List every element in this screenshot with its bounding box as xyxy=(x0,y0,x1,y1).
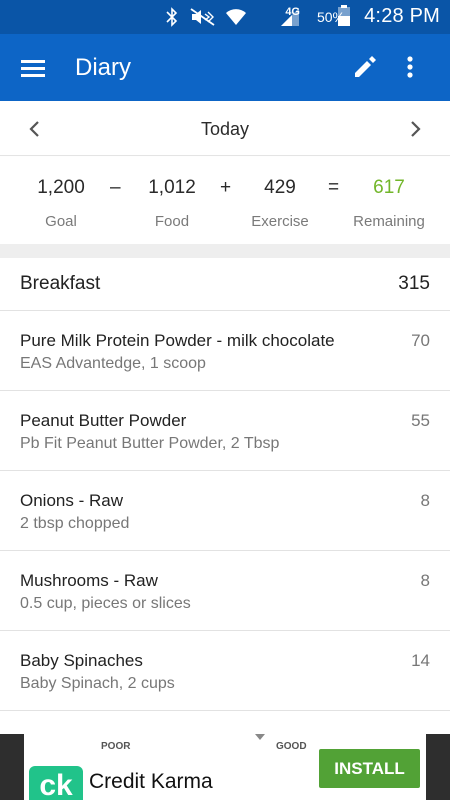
bluetooth-icon xyxy=(166,7,178,27)
food-entry[interactable]: Peanut Butter Powder Pb Fit Peanut Butte… xyxy=(0,391,450,471)
food-name: Peanut Butter Powder xyxy=(20,411,187,430)
food-description: Pb Fit Peanut Butter Powder, 2 Tbsp xyxy=(20,435,280,452)
plus-operator: + xyxy=(220,177,232,198)
calorie-summary: 1,200 Goal – 1,012 Food + 429 Exercise =… xyxy=(0,157,450,244)
ad-score-marker-icon xyxy=(255,734,265,740)
remaining-value: 617 xyxy=(373,177,405,198)
mute-icon xyxy=(190,8,215,26)
wifi-icon xyxy=(226,9,246,25)
credit-karma-logo: ck xyxy=(29,766,83,800)
exercise-value: 429 xyxy=(264,177,296,198)
ad-good-label: GOOD xyxy=(276,741,307,752)
food-name: Onions - Raw xyxy=(20,491,123,510)
signal-icon xyxy=(281,8,299,26)
food-calories: 55 xyxy=(411,411,430,430)
food-name: Baby Spinaches xyxy=(20,651,143,670)
meal-calories: 315 xyxy=(398,273,430,294)
ad-banner: POOR GOOD ck Credit Karma INSTALL xyxy=(0,734,450,800)
next-day-chevron-icon[interactable] xyxy=(404,115,428,143)
exercise-column: 429 Exercise xyxy=(240,177,320,230)
goal-column: 1,200 Goal xyxy=(22,177,100,230)
ad-app-name: Credit Karma xyxy=(89,770,213,793)
date-navigator: Today xyxy=(0,101,450,156)
meal-header-breakfast[interactable]: Breakfast 315 xyxy=(0,258,450,311)
food-value: 1,012 xyxy=(148,177,196,198)
status-bar: 4G 50% 4:28 PM xyxy=(0,0,450,34)
page-title: Diary xyxy=(75,54,132,81)
food-entry[interactable]: Baby Spinaches Baby Spinach, 2 cups 14 xyxy=(0,631,450,711)
food-calories: 70 xyxy=(411,331,430,350)
remaining-column: 617 Remaining xyxy=(346,177,432,230)
food-entry[interactable]: Pure Milk Protein Powder - milk chocolat… xyxy=(0,311,450,391)
install-button[interactable]: INSTALL xyxy=(319,749,420,788)
clock: 4:28 PM xyxy=(364,5,440,27)
food-label: Food xyxy=(154,213,190,230)
exercise-label: Exercise xyxy=(251,213,309,230)
food-name: Mushrooms - Raw xyxy=(20,571,158,590)
app-bar: Diary xyxy=(0,34,450,101)
food-calories: 14 xyxy=(411,651,430,670)
current-date-label[interactable]: Today xyxy=(0,119,450,140)
meal-name: Breakfast xyxy=(20,273,101,294)
food-calories: 8 xyxy=(420,571,430,590)
food-description: 2 tbsp chopped xyxy=(20,515,130,532)
food-entry[interactable]: Onions - Raw 2 tbsp chopped 8 xyxy=(0,471,450,551)
menu-icon[interactable] xyxy=(18,54,48,82)
food-entry[interactable]: Mushrooms - Raw 0.5 cup, pieces or slice… xyxy=(0,551,450,631)
battery-icon xyxy=(338,5,350,26)
ad-content[interactable]: POOR GOOD ck Credit Karma INSTALL xyxy=(24,734,426,800)
goal-label: Goal xyxy=(45,213,77,230)
food-description: EAS Advantedge, 1 scoop xyxy=(20,355,206,372)
equals-operator: = xyxy=(328,177,340,198)
food-name: Pure Milk Protein Powder - milk chocolat… xyxy=(20,331,335,350)
edit-icon[interactable] xyxy=(351,53,379,81)
remaining-label: Remaining xyxy=(353,213,425,230)
food-calories: 8 xyxy=(420,491,430,510)
minus-operator: – xyxy=(110,177,121,198)
goal-value: 1,200 xyxy=(37,177,85,198)
food-description: Baby Spinach, 2 cups xyxy=(20,675,175,692)
section-divider xyxy=(0,244,450,258)
food-column: 1,012 Food xyxy=(133,177,211,230)
food-description: 0.5 cup, pieces or slices xyxy=(20,595,191,612)
more-options-icon[interactable] xyxy=(398,53,422,81)
ad-poor-label: POOR xyxy=(101,741,131,752)
